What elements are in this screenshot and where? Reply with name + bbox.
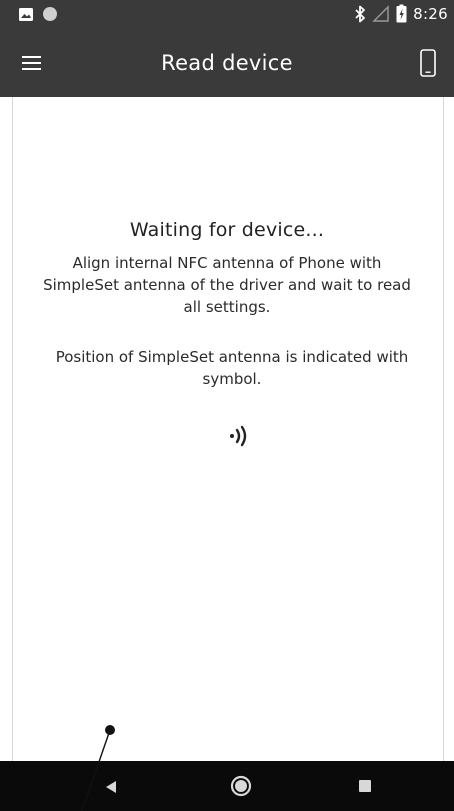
nfc-symbol-icon — [228, 424, 252, 448]
nav-home-button[interactable] — [230, 775, 252, 797]
instruction-line-1: Align internal NFC antenna of Phone with — [72, 254, 382, 272]
home-circle-icon — [230, 775, 252, 797]
device-action-button[interactable] — [420, 49, 444, 79]
position-text: Position of SimpleSet antenna is indicat… — [30, 346, 434, 390]
app-bar: Read device — [0, 29, 454, 97]
battery-icon — [396, 4, 407, 23]
image-notification-icon — [19, 7, 33, 21]
left-frame-edge — [0, 97, 13, 761]
nav-back-button[interactable] — [104, 779, 118, 793]
instruction-line-3: all settings. — [183, 298, 271, 316]
instruction-text: Align internal NFC antenna of Phone with… — [4, 252, 450, 318]
right-frame-edge — [443, 97, 454, 761]
position-line-1: Position of SimpleSet antenna is indicat… — [55, 348, 409, 366]
status-left — [18, 6, 58, 22]
device-screen: 8:26 Read device Waiting for device... A… — [0, 0, 454, 811]
status-time: 8:26 — [413, 4, 448, 23]
waiting-title: Waiting for device... — [129, 219, 325, 241]
instruction-line-2: SimpleSet antenna of the driver and wait… — [43, 276, 411, 294]
status-right: 8:26 — [354, 4, 448, 23]
back-triangle-icon — [106, 781, 116, 793]
bluetooth-icon — [355, 5, 366, 22]
circle-notification-icon — [43, 7, 57, 21]
signal-icon — [372, 4, 389, 22]
position-line-2: symbol. — [202, 370, 262, 388]
nav-recents-button[interactable] — [359, 780, 371, 792]
page-title: Read device — [161, 51, 293, 75]
system-nav-bar — [0, 761, 454, 811]
phone-icon — [420, 49, 436, 77]
main-content — [0, 97, 454, 761]
status-bar: 8:26 — [0, 0, 454, 29]
